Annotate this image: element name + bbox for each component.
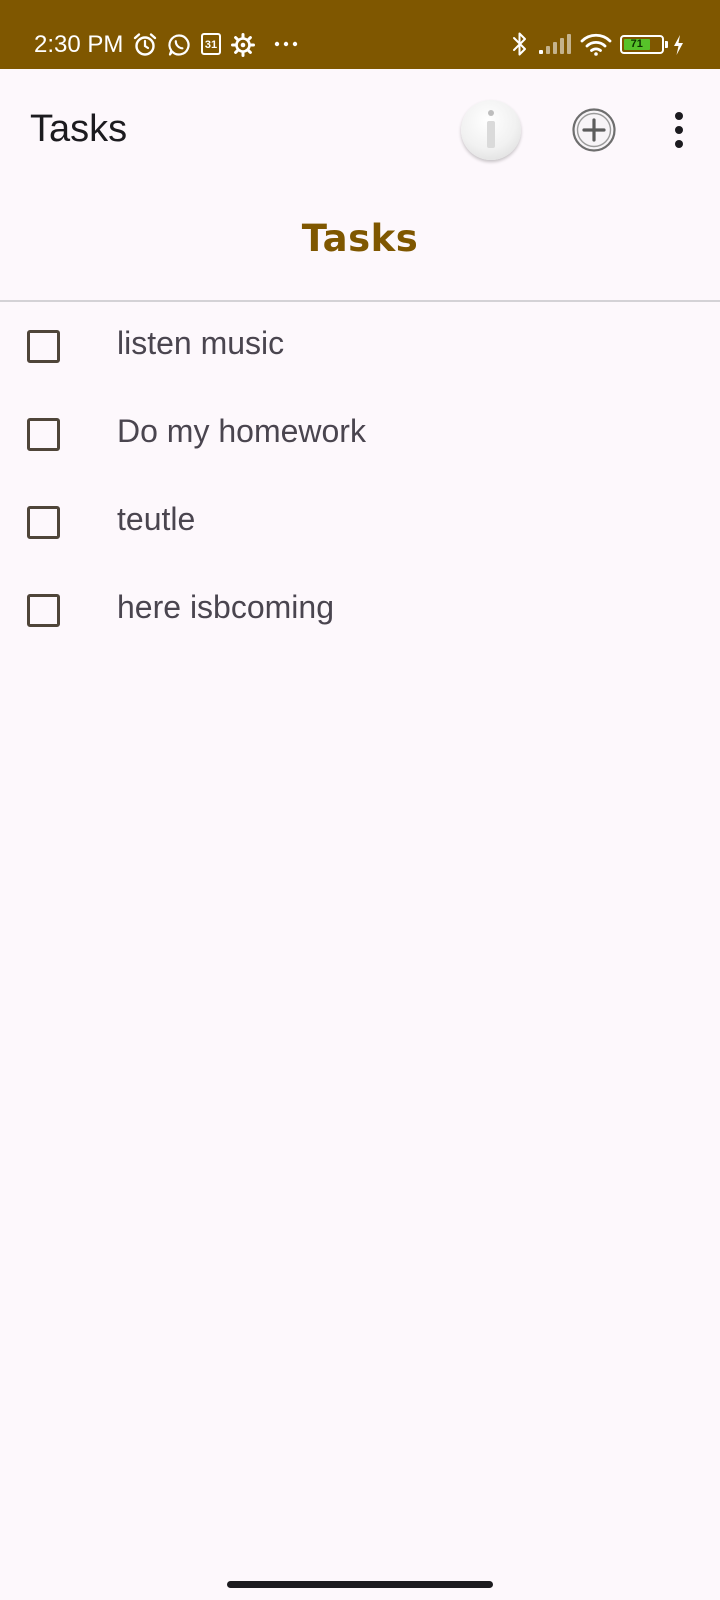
status-time: 2:30 PM <box>34 31 124 58</box>
battery-fill: 71 <box>624 38 650 50</box>
calendar-icon: 31 <box>201 33 221 55</box>
task-label: teutle <box>117 501 196 537</box>
task-checkbox[interactable] <box>27 418 60 451</box>
more-vert-icon <box>675 112 683 148</box>
task-row[interactable]: teutle <box>0 478 720 566</box>
alarm-icon <box>133 33 157 56</box>
task-row[interactable]: Do my homework <box>0 390 720 478</box>
calendar-day: 31 <box>204 39 218 51</box>
charging-icon <box>674 35 683 55</box>
task-label: Do my homework <box>117 413 366 449</box>
more-notifications-icon <box>274 41 298 47</box>
task-label: here isbcoming <box>117 589 334 625</box>
bluetooth-icon <box>513 32 526 56</box>
task-checkbox[interactable] <box>27 594 60 627</box>
task-label: listen music <box>117 325 285 361</box>
task-checkbox[interactable] <box>27 506 60 539</box>
wifi-icon <box>580 33 612 56</box>
settings-gear-icon <box>231 33 255 57</box>
add-task-button[interactable] <box>571 107 617 153</box>
info-button[interactable] <box>461 100 521 160</box>
status-bar: 2:30 PM 31 71 <box>0 0 720 69</box>
app-title: Tasks <box>30 108 128 150</box>
battery-cap <box>665 41 668 48</box>
page-heading: Tasks <box>301 217 419 260</box>
app-bar: Tasks <box>0 69 720 189</box>
task-row[interactable]: listen music <box>0 302 720 390</box>
battery-level: 71 <box>630 38 643 50</box>
task-row[interactable]: here isbcoming <box>0 566 720 654</box>
task-checkbox[interactable] <box>27 330 60 363</box>
whatsapp-icon <box>168 34 190 56</box>
cell-signal-icon <box>539 34 571 54</box>
add-circle-icon <box>572 108 616 152</box>
battery-icon: 71 <box>620 35 664 54</box>
overflow-menu-button[interactable] <box>666 107 692 153</box>
gesture-navigation-bar[interactable] <box>227 1581 493 1588</box>
